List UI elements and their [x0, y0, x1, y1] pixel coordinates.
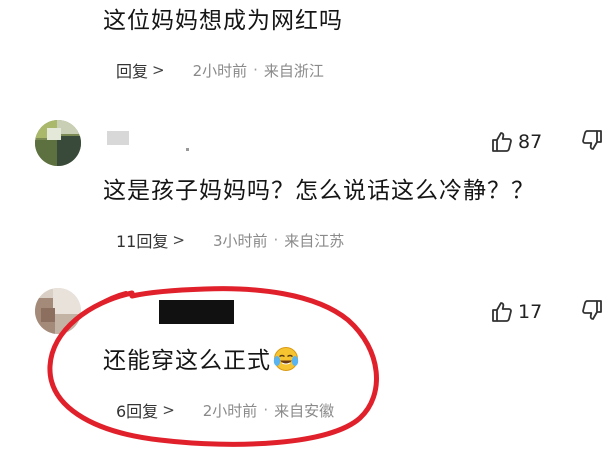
thumbs-up-icon [490, 300, 514, 324]
comment-3-avatar[interactable] [35, 288, 81, 334]
comment-3-like-count: 17 [518, 301, 543, 323]
comment-1-location: 来自浙江 [263, 61, 324, 80]
comment-2-username-redacted[interactable] [107, 131, 129, 145]
speck [186, 148, 189, 151]
comment-3-username-redacted[interactable] [159, 300, 234, 324]
comment-1-time: 2小时前 [192, 61, 248, 80]
comment-2-reply-button[interactable]: 11回复 > [112, 227, 191, 253]
reply-label: 11回复 [116, 232, 169, 251]
chevron-right-icon: > [162, 401, 175, 419]
comment-3-text: 还能穿这么正式 [103, 348, 271, 374]
comment-1-text: 这位妈妈想成为网红吗 [103, 8, 343, 34]
comment-2-location: 来自江苏 [284, 231, 345, 250]
comment-1-reply-button[interactable]: 回复 > [112, 57, 171, 83]
meta-separator: · [263, 401, 269, 419]
chevron-right-icon: > [152, 61, 165, 79]
comment-3-meta: 6回复 > 2小时前 · 来自安徽 [112, 397, 334, 423]
reply-label: 6回复 [116, 402, 159, 421]
comment-2-like-button[interactable]: 87 [490, 127, 542, 157]
reply-label: 回复 [116, 62, 149, 81]
comment-3-like-button[interactable]: 17 [490, 297, 542, 327]
comment-2-avatar[interactable] [35, 120, 81, 166]
crying-laughing-face-icon [273, 346, 299, 372]
comment-3-dislike-button[interactable] [580, 298, 610, 328]
comment-2-time: 3小时前 [212, 231, 268, 250]
comment-3-location: 来自安徽 [274, 401, 335, 420]
thumbs-down-icon [580, 298, 610, 322]
comment-2-text: 这是孩子妈妈吗？怎么说话这么冷静？？ [103, 178, 535, 204]
thumbs-up-icon [490, 130, 514, 154]
meta-separator: · [253, 61, 258, 79]
comment-3-reply-button[interactable]: 6回复 > [112, 397, 181, 423]
thumbs-down-icon [580, 128, 610, 152]
comment-3-text-line: 还能穿这么正式 [103, 346, 299, 376]
comment-3-time: 2小时前 [202, 401, 258, 420]
comment-2-dislike-button[interactable] [580, 128, 610, 158]
chevron-right-icon: > [172, 231, 185, 249]
comment-2-like-count: 87 [518, 131, 543, 153]
meta-separator: · [273, 231, 279, 249]
comment-1-meta: 回复 > 2小时前 · 来自浙江 [112, 57, 324, 83]
comment-2-meta: 11回复 > 3小时前 · 来自江苏 [112, 227, 344, 253]
